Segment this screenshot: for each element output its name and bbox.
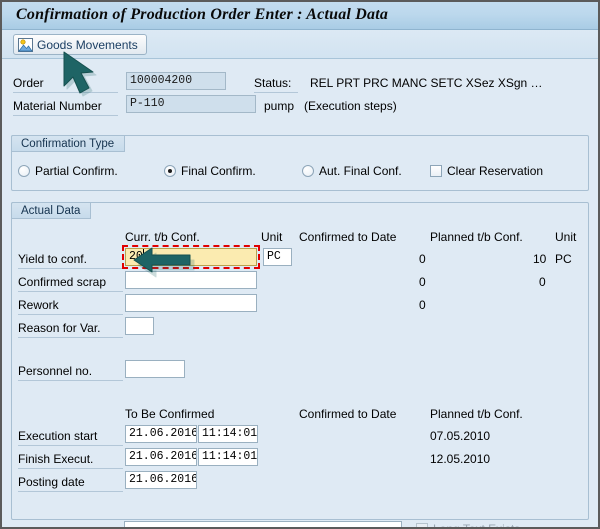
col-planned-tb-conf: Planned t/b Conf. [430,230,523,244]
rework-confirmed-to-date: 0 [419,298,426,312]
confirmed-scrap-input[interactable] [125,271,257,289]
confirmed-scrap-label: Confirmed scrap [18,275,123,292]
yield-to-conf-label: Yield to conf. [18,252,123,269]
reason-for-var-label: Reason for Var. [18,321,123,338]
rework-label: Rework [18,298,123,315]
posting-date-input[interactable]: 21.06.2016 [125,471,197,489]
yield-planned-tb-conf: 10 [533,252,546,266]
goods-movements-label: Goods Movements [37,38,138,52]
confirmation-type-group-title: Confirmation Type [11,135,125,152]
status-value: REL PRT PRC MANC SETC XSez XSgn … [310,76,543,90]
order-field: 100004200 [126,72,226,90]
col-dates-confirmed-to-date: Confirmed to Date [299,407,396,421]
yield-unit-input[interactable]: PC [263,248,292,266]
actual-data-group-title: Actual Data [11,202,91,219]
finish-execut-label: Finish Execut. [18,452,123,469]
confirmation-type-group: Confirmation Type Partial Confirm. Final… [11,135,589,191]
checkbox-indicator [416,523,428,529]
long-text-exists-checkbox: Long Text Exists [416,522,520,529]
checkbox-indicator [430,165,442,177]
personnel-no-input[interactable] [125,360,185,378]
actual-data-group: Actual Data Curr. t/b Conf. Unit Confirm… [11,202,589,520]
radio-partial-confirm[interactable]: Partial Confirm. [18,164,118,178]
execution-start-planned: 07.05.2010 [430,429,490,443]
finish-execut-planned: 12.05.2010 [430,452,490,466]
checkbox-label: Clear Reservation [447,164,543,178]
execution-start-time-input[interactable]: 11:14:01 [198,425,258,443]
radio-label: Final Confirm. [181,164,256,178]
yield-planned-unit: PC [555,252,572,266]
col-curr-tb-conf: Curr. t/b Conf. [125,230,200,244]
finish-execut-date-input[interactable]: 21.06.2016 [125,448,197,466]
clear-reservation-checkbox[interactable]: Clear Reservation [430,164,543,178]
scrap-confirmed-to-date: 0 [419,275,426,289]
form-body: Order 100004200 Status: REL PRT PRC MANC… [2,59,598,527]
execution-start-date-input[interactable]: 21.06.2016 [125,425,197,443]
confirm-text-label: Confirm. text [17,525,122,529]
yield-to-conf-input[interactable]: 20 [125,248,257,266]
radio-final-confirm[interactable]: Final Confirm. [164,164,256,178]
col-unit-2: Unit [555,230,576,244]
scrap-planned-tb-conf: 0 [539,275,546,289]
picture-icon [18,38,33,52]
col-dates-planned-tb-conf: Planned t/b Conf. [430,407,523,421]
text-caret [143,249,144,261]
rework-input[interactable] [125,294,257,312]
material-number-field: P-110 [126,95,256,113]
radio-label: Partial Confirm. [35,164,118,178]
window-titlebar: Confirmation of Production Order Enter :… [2,2,598,30]
personnel-no-label: Personnel no. [18,364,123,381]
goods-movements-button[interactable]: Goods Movements [13,34,147,55]
yield-confirmed-to-date: 0 [419,252,426,266]
col-unit-1: Unit [261,230,282,244]
reason-for-var-input[interactable] [125,317,154,335]
confirm-text-input[interactable] [124,521,402,529]
radio-indicator [18,165,30,177]
radio-indicator [164,165,176,177]
yield-to-conf-value: 20 [129,250,143,263]
col-confirmed-to-date: Confirmed to Date [299,230,396,244]
execution-start-label: Execution start [18,429,123,446]
radio-label: Aut. Final Conf. [319,164,402,178]
material-description: pump [264,99,294,113]
window-title: Confirmation of Production Order Enter :… [16,6,388,24]
col-to-be-confirmed: To Be Confirmed [125,407,214,421]
checkbox-label: Long Text Exists [433,522,520,529]
material-number-label: Material Number [13,99,118,116]
radio-aut-final-conf[interactable]: Aut. Final Conf. [302,164,402,178]
posting-date-label: Posting date [18,475,123,492]
status-label: Status: [254,76,298,93]
material-note: (Execution steps) [304,99,397,113]
sap-transaction-window: Confirmation of Production Order Enter :… [0,0,600,529]
application-toolbar: Goods Movements [2,30,598,59]
order-label: Order [13,76,118,93]
radio-indicator [302,165,314,177]
finish-execut-time-input[interactable]: 11:14:01 [198,448,258,466]
